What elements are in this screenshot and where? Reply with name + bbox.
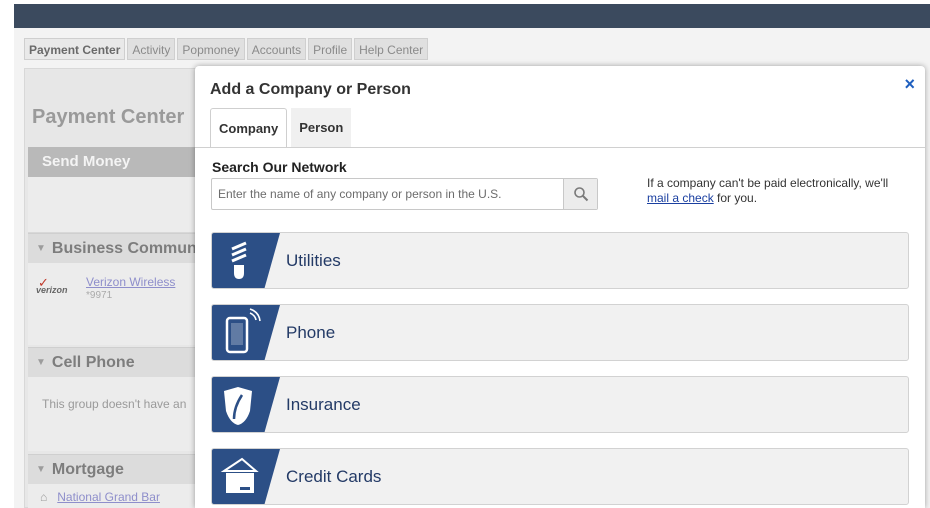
top-header-bar: [14, 0, 930, 28]
group-title: Mortgage: [51, 461, 124, 478]
mail-check-link[interactable]: mail a check: [647, 191, 714, 205]
category-label: Phone: [286, 323, 336, 342]
send-money-header[interactable]: Send Money: [28, 147, 218, 177]
nav-tab-accounts[interactable]: Accounts: [246, 38, 307, 60]
close-icon[interactable]: ×: [904, 74, 915, 95]
category-insurance[interactable]: Insurance: [211, 376, 909, 433]
category-credit-cards[interactable]: Credit Cards: [211, 448, 909, 505]
verizon-logo: ✓ verizon: [36, 275, 76, 299]
nav-tab-activity[interactable]: Activity: [127, 38, 176, 60]
tab-company[interactable]: Company: [210, 108, 288, 148]
collapse-arrow-icon: ▼: [36, 357, 46, 368]
group-body-business: ✓ verizon Verizon Wireless *9971: [28, 263, 218, 345]
bank-icon: ⌂: [40, 490, 48, 504]
main-nav: Payment Center Activity Popmoney Account…: [24, 38, 429, 60]
payee-verizon[interactable]: ✓ verizon Verizon Wireless *9971: [36, 275, 175, 301]
collapse-arrow-icon: ▼: [36, 243, 46, 254]
category-label: Credit Cards: [286, 467, 382, 486]
group-title: Cell Phone: [51, 354, 135, 371]
search-icon: [573, 187, 588, 202]
nav-tab-popmoney[interactable]: Popmoney: [177, 38, 245, 60]
group-header-mortgage[interactable]: ▼ Mortgage: [28, 454, 218, 484]
search-button[interactable]: [563, 179, 597, 209]
payee-name[interactable]: National Grand Bar: [57, 490, 160, 504]
payee-type-tabs: Company Person: [210, 108, 352, 148]
note-text: If a company can't be paid electronicall…: [647, 176, 889, 190]
tab-divider: [195, 147, 925, 148]
shield-leaf-icon: [212, 377, 280, 432]
mobile-phone-icon: [212, 305, 280, 360]
category-label: Utilities: [286, 251, 341, 270]
lightbulb-icon: [212, 233, 280, 288]
search-label: Search Our Network: [212, 159, 347, 175]
group-body-cell-phone: This group doesn't have an: [28, 377, 218, 451]
group-header-business[interactable]: ▼ Business Communi: [28, 233, 218, 263]
empty-group-message: This group doesn't have an: [42, 397, 187, 411]
mail-check-note: If a company can't be paid electronicall…: [647, 176, 912, 206]
category-label: Insurance: [286, 395, 361, 414]
group-title: Business Communi: [51, 240, 202, 257]
category-utilities[interactable]: Utilities: [211, 232, 909, 289]
category-phone[interactable]: Phone: [211, 304, 909, 361]
note-suffix: for you.: [713, 191, 758, 205]
payee-national-grand-bank[interactable]: ⌂ National Grand Bar: [40, 490, 160, 504]
payee-account: *9971: [86, 290, 113, 301]
add-payee-modal: Add a Company or Person × Company Person…: [195, 66, 925, 508]
tab-person[interactable]: Person: [291, 108, 352, 148]
search-box: [211, 178, 599, 210]
page-title: Payment Center: [32, 106, 185, 128]
verizon-wordmark: verizon: [36, 285, 68, 295]
search-input[interactable]: [212, 179, 599, 209]
nav-tab-profile[interactable]: Profile: [308, 38, 353, 60]
modal-title: Add a Company or Person: [210, 81, 411, 98]
collapse-arrow-icon: ▼: [36, 464, 46, 475]
send-money-label: Send Money: [42, 153, 131, 170]
payee-name[interactable]: Verizon Wireless: [86, 275, 175, 289]
group-body-mortgage: ⌂ National Grand Bar: [28, 484, 218, 508]
nav-tab-help-center[interactable]: Help Center: [354, 38, 429, 60]
send-money-row: [28, 177, 218, 233]
group-header-cell-phone[interactable]: ▼ Cell Phone: [28, 347, 218, 377]
credit-card-icon: [212, 449, 280, 504]
nav-tab-payment-center[interactable]: Payment Center: [24, 38, 126, 60]
